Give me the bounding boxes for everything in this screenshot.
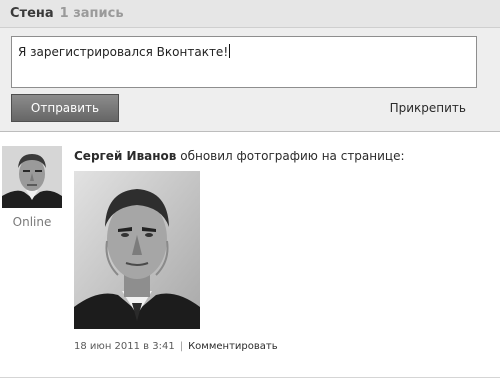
post-meta: 18 июн 2011 в 3:41 | Комментировать (74, 341, 278, 352)
post-text: Сергей Иванов обновил фотографию на стра… (74, 149, 405, 163)
avatar-portrait-image (2, 146, 62, 208)
wall-header: Стена 1 запись (0, 0, 500, 28)
online-status: Online (12, 215, 52, 229)
post-compose-area: Я зарегистрировался Вконтакте! Отправить… (0, 28, 500, 132)
attach-button[interactable]: Прикрепить (390, 101, 466, 115)
post-photo[interactable] (74, 171, 200, 329)
wall-title[interactable]: Стена (10, 6, 54, 21)
post-date[interactable]: 18 июн 2011 в 3:41 (74, 341, 175, 352)
post-text-value: Я зарегистрировался Вконтакте! (18, 45, 229, 59)
portrait-photo-image (74, 171, 200, 329)
wall-post-count: 1 запись (59, 6, 124, 21)
wall-post: Online Сергей Иванов обновил фотографию … (0, 132, 500, 380)
post-divider (0, 377, 500, 378)
meta-separator: | (179, 341, 184, 352)
comment-link[interactable]: Комментировать (188, 341, 278, 352)
author-name-link[interactable]: Сергей Иванов (74, 149, 176, 163)
text-caret (229, 44, 231, 58)
send-button[interactable]: Отправить (11, 94, 119, 122)
post-action-text: обновил фотографию на странице: (180, 149, 405, 163)
avatar[interactable] (2, 146, 62, 208)
post-text-input[interactable]: Я зарегистрировался Вконтакте! (11, 36, 477, 88)
